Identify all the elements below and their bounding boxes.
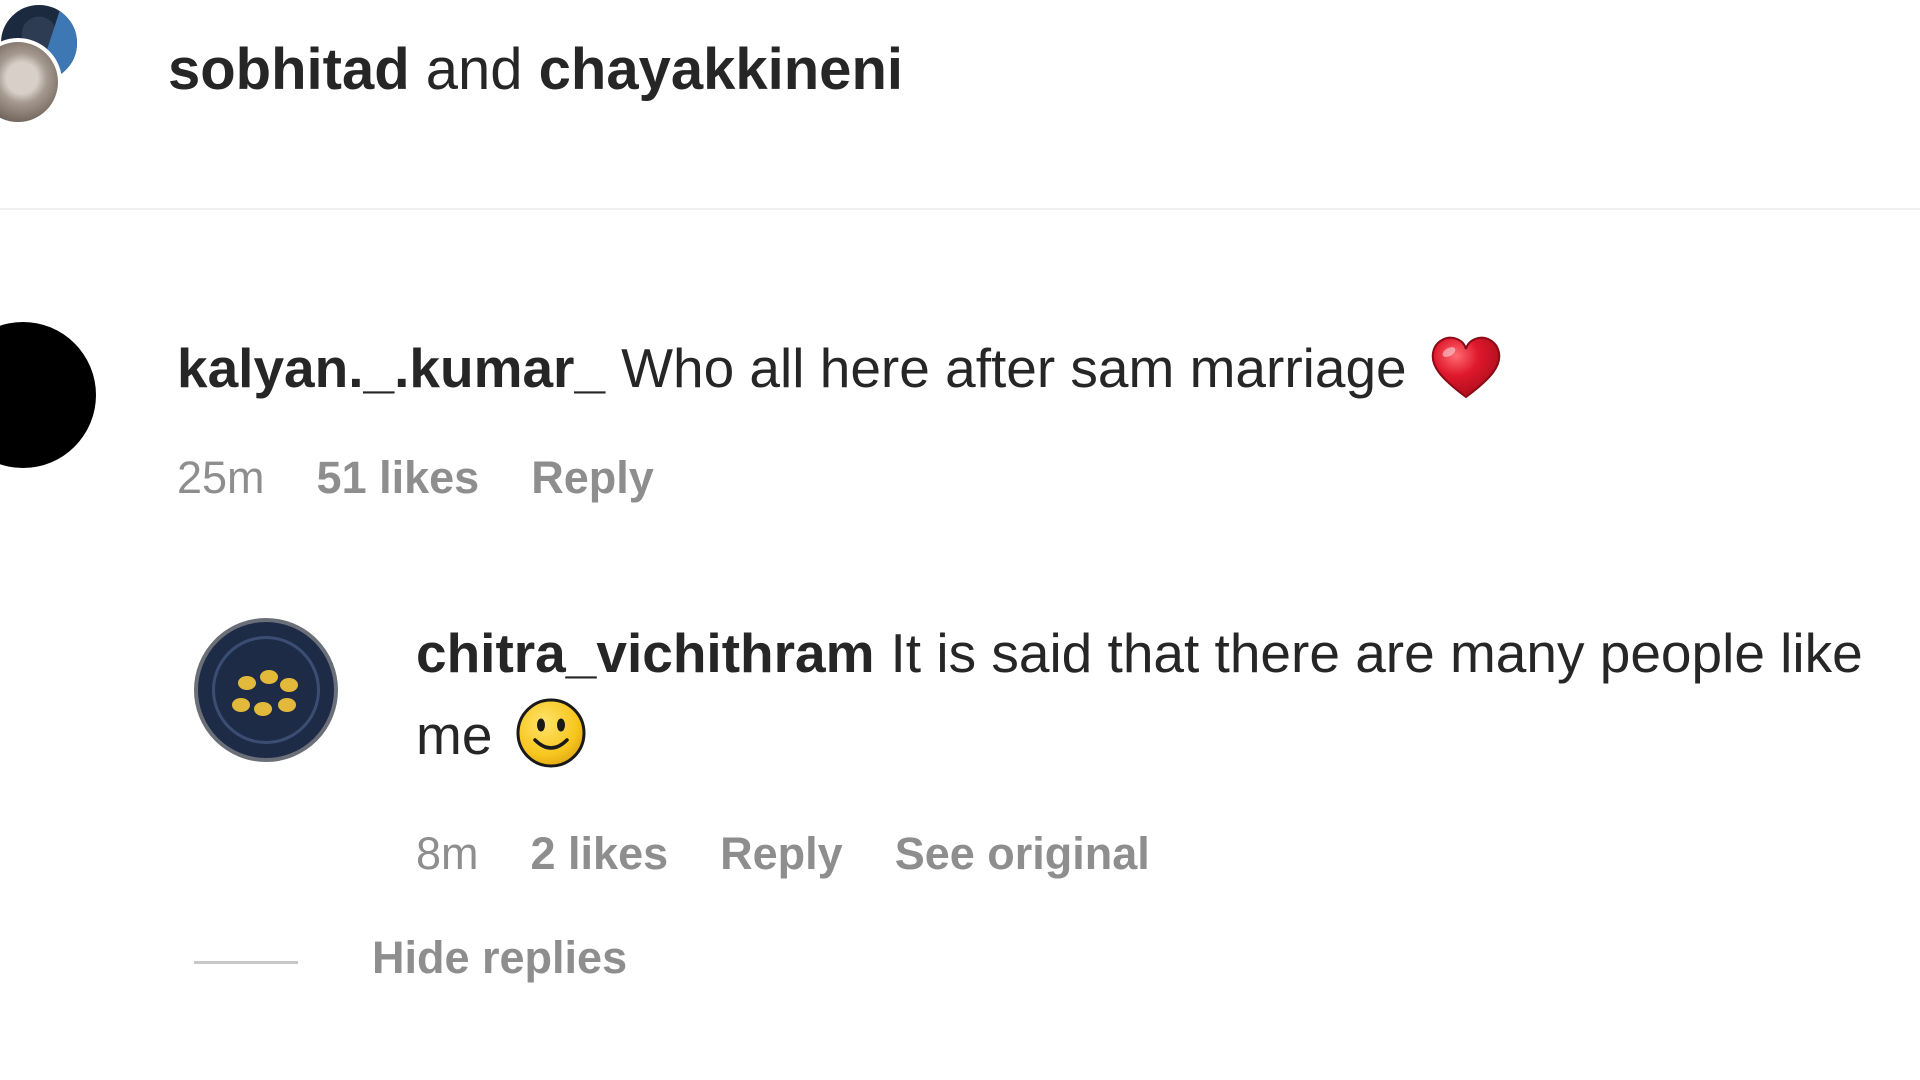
avatar[interactable] — [194, 618, 338, 762]
authors-connector: and — [409, 37, 539, 102]
author-link-chayakkineni[interactable]: chayakkineni — [539, 37, 903, 102]
author-link-sobhitad[interactable]: sobhitad — [168, 37, 410, 102]
comment-time: 25m — [177, 452, 265, 503]
avatar[interactable] — [0, 322, 96, 468]
collab-avatars[interactable] — [0, 0, 104, 150]
post-authors: sobhitad and chayakkineni — [168, 30, 903, 110]
comment-username[interactable]: kalyan._.kumar_ — [177, 337, 605, 399]
comment-body: kalyan._.kumar_ Who all here after sam ma… — [177, 328, 1503, 408]
see-original-button[interactable]: See original — [895, 824, 1150, 884]
comment-meta: 25m 51 likes Reply — [177, 448, 706, 508]
reply-meta: 8m 2 likes Reply See original — [416, 824, 1202, 884]
reply-button[interactable]: Reply — [720, 824, 843, 884]
reply-time: 8m — [416, 828, 479, 879]
avatar-dot — [278, 698, 296, 712]
red-heart-icon — [1431, 337, 1500, 399]
avatar-ring — [212, 636, 320, 744]
replies-divider-line — [194, 961, 298, 964]
comment: kalyan._.kumar_ Who all here after sam ma… — [0, 318, 1920, 518]
avatar-dot — [238, 676, 256, 690]
avatar-dot — [260, 670, 278, 684]
comment-likes[interactable]: 51 likes — [317, 448, 480, 508]
reply-likes[interactable]: 2 likes — [531, 824, 669, 884]
comment-text: Who all here after sam marriage — [621, 337, 1407, 399]
reply-body: chitra_vichithram It is said that there a… — [416, 612, 1896, 776]
avatar-dot — [254, 702, 272, 716]
comments-page: sobhitad and chayakkineni kalyan._.kumar… — [0, 0, 1920, 1080]
post-header: sobhitad and chayakkineni — [0, 0, 1920, 210]
reply-username[interactable]: chitra_vichithram — [416, 622, 875, 684]
avatar-dot — [232, 698, 250, 712]
hide-replies-button[interactable]: Hide replies — [372, 928, 627, 988]
reply-comment: chitra_vichithram It is said that there a… — [0, 612, 1920, 912]
avatar-dot — [280, 678, 298, 692]
reply-button[interactable]: Reply — [531, 448, 654, 508]
slightly-smiling-face-icon — [516, 698, 586, 768]
